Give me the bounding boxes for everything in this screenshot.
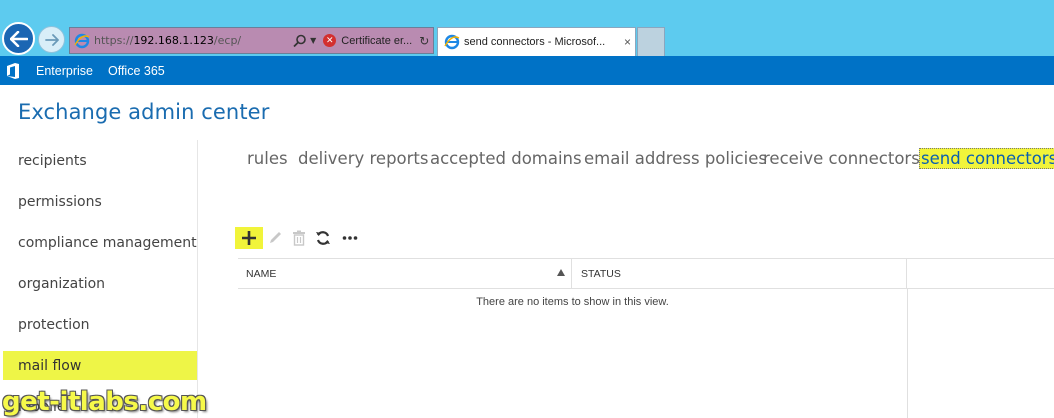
tab-rules[interactable]: rules xyxy=(247,149,288,168)
url-host: 192.168.1.123 xyxy=(133,34,214,47)
browser-tab[interactable]: send connectors - Microsof... × xyxy=(437,27,636,56)
address-bar[interactable]: https:// 192.168.1.123 /ecp/ ▼ ✕ Certifi… xyxy=(69,27,434,54)
office-bar-enterprise[interactable]: Enterprise xyxy=(36,64,93,78)
tab-email-address-policies[interactable]: email address policies xyxy=(584,149,767,168)
office-bar-office365[interactable]: Office 365 xyxy=(108,64,165,78)
forward-button[interactable] xyxy=(38,26,65,53)
nav-item-protection[interactable]: protection xyxy=(3,310,197,339)
close-icon[interactable]: × xyxy=(624,35,631,49)
sort-ascending-icon xyxy=(557,269,565,276)
left-nav: recipients permissions compliance manage… xyxy=(0,140,198,418)
more-icon xyxy=(342,236,358,240)
add-icon xyxy=(242,231,256,245)
dropdown-arrow-icon[interactable]: ▼ xyxy=(310,36,316,45)
column-header-name[interactable]: NAME xyxy=(238,259,572,289)
url-scheme: https:// xyxy=(94,34,134,47)
connectors-grid: NAME STATUS There are no items to show i… xyxy=(238,258,1054,418)
url-path: /ecp/ xyxy=(213,34,242,47)
tab-accepted-domains[interactable]: accepted domains xyxy=(430,149,582,168)
back-arrow-icon xyxy=(9,30,28,47)
certificate-error-icon[interactable]: ✕ xyxy=(323,34,337,47)
tab-send-connectors[interactable]: send connectors xyxy=(919,148,1054,169)
edit-button[interactable] xyxy=(266,227,284,249)
tab-delivery-reports[interactable]: delivery reports xyxy=(298,149,429,168)
new-tab-button[interactable] xyxy=(637,27,665,56)
tab-receive-connectors[interactable]: receive connectors xyxy=(763,149,920,168)
nav-item-compliance-management[interactable]: compliance management xyxy=(3,228,197,257)
refresh-icon[interactable]: ↻ xyxy=(419,34,429,48)
url-text[interactable]: https:// 192.168.1.123 /ecp/ xyxy=(94,34,241,47)
page-title: Exchange admin center xyxy=(18,100,270,124)
office-bar: Enterprise Office 365 xyxy=(0,56,1054,85)
refresh-button[interactable] xyxy=(314,227,332,249)
grid-header: NAME STATUS xyxy=(238,258,1054,289)
nav-item-organization[interactable]: organization xyxy=(3,269,197,298)
delete-button[interactable] xyxy=(290,227,308,249)
nav-item-recipients[interactable]: recipients xyxy=(3,146,197,175)
more-button[interactable] xyxy=(340,227,360,249)
page: https:// 192.168.1.123 /ecp/ ▼ ✕ Certifi… xyxy=(0,0,1054,418)
edit-icon xyxy=(270,232,281,243)
forward-arrow-icon xyxy=(44,33,59,46)
search-icon[interactable] xyxy=(293,34,307,48)
watermark: get-itlabs.com xyxy=(2,387,207,417)
column-status-label: STATUS xyxy=(581,268,621,280)
tab-title: send connectors - Microsof... xyxy=(464,36,606,48)
browser-chrome: https:// 192.168.1.123 /ecp/ ▼ ✕ Certifi… xyxy=(0,0,1054,56)
refresh-icon xyxy=(316,231,330,245)
ie-icon xyxy=(444,34,460,50)
nav-item-mail-flow[interactable]: mail flow xyxy=(3,351,197,380)
empty-message: There are no items to show in this view. xyxy=(476,296,669,308)
back-button[interactable] xyxy=(2,22,35,55)
column-header-status[interactable]: STATUS xyxy=(573,259,907,289)
office-logo-icon[interactable] xyxy=(6,62,20,79)
ie-icon xyxy=(74,33,90,48)
delete-icon xyxy=(293,230,305,246)
certificate-error-text[interactable]: Certificate er... xyxy=(341,35,412,47)
details-pane-divider xyxy=(907,289,908,418)
add-button[interactable] xyxy=(235,227,263,249)
nav-item-permissions[interactable]: permissions xyxy=(3,187,197,216)
column-name-label: NAME xyxy=(246,268,277,280)
